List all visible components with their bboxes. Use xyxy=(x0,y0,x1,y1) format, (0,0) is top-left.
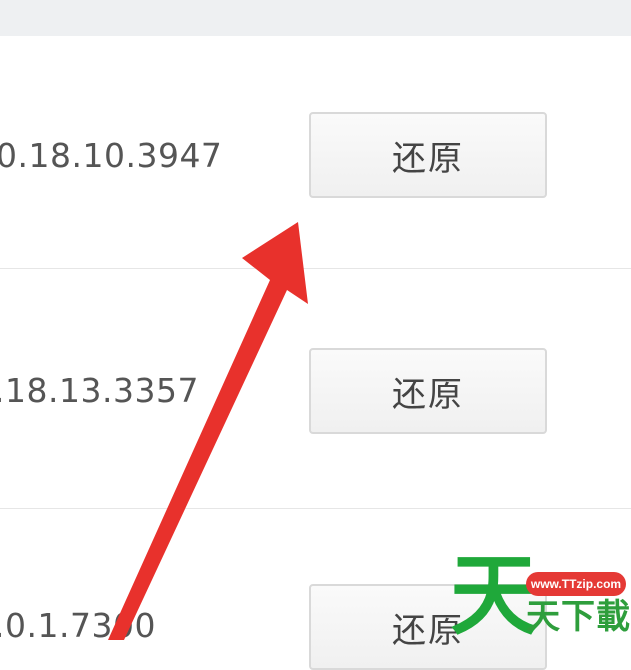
watermark-logo-icon: 天 xyxy=(450,544,539,647)
driver-version: 0.18.10.3947 xyxy=(0,136,223,175)
site-watermark: 天 www.TTzip.com 天下載 xyxy=(446,552,631,640)
driver-version: .0.1.7300 xyxy=(0,606,156,645)
watermark-site-name: 天下載 xyxy=(526,597,631,637)
header-bar xyxy=(0,0,631,36)
driver-row: .18.13.3357 还原 xyxy=(0,268,631,508)
driver-version: .18.13.3357 xyxy=(0,371,199,410)
driver-row: 0.18.10.3947 还原 xyxy=(0,36,631,268)
watermark-url-badge: www.TTzip.com xyxy=(526,572,626,596)
restore-button[interactable]: 还原 xyxy=(309,348,547,434)
restore-button[interactable]: 还原 xyxy=(309,112,547,198)
